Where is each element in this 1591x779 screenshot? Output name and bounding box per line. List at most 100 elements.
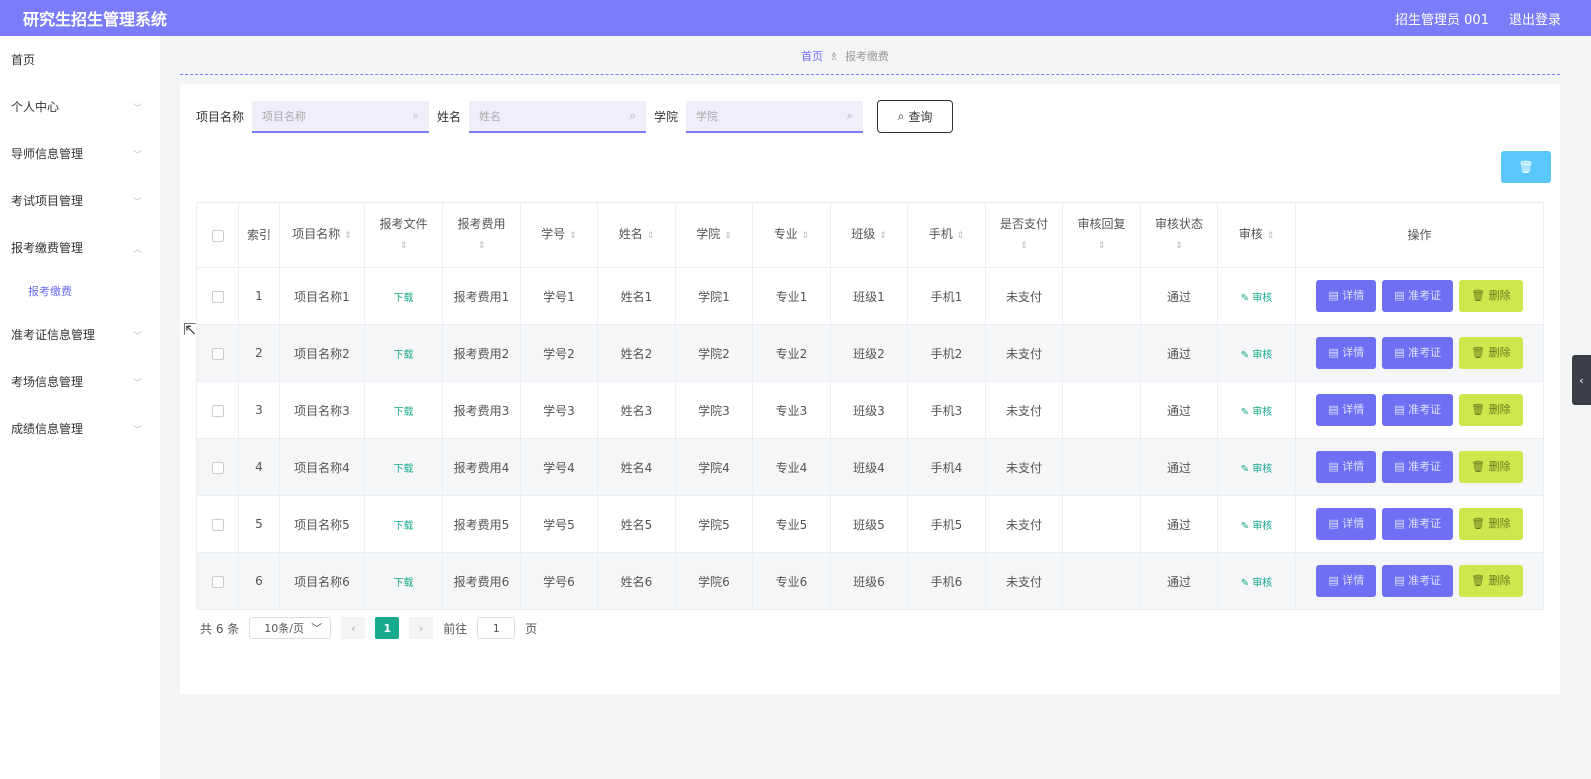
audit-link[interactable]: ✎ 审核 — [1241, 293, 1273, 304]
col-fee[interactable]: 报考费用 ⇕ — [442, 202, 521, 268]
sort-icon[interactable]: ⇕ — [802, 231, 810, 241]
project-name-input[interactable]: 项目名称 ⌕ — [252, 100, 430, 133]
cell-name: 姓名1 — [597, 267, 676, 325]
sort-icon[interactable]: ⇕ — [1020, 241, 1028, 251]
row-checkbox[interactable] — [211, 404, 224, 417]
row-select-cell[interactable] — [196, 552, 239, 610]
delete-button[interactable]: 🗑 删除 — [1459, 394, 1523, 426]
col-project[interactable]: 项目名称 ⇕ — [279, 202, 365, 268]
download-link[interactable]: 下载 — [394, 521, 414, 532]
sidebar-item-exam-room[interactable]: 考场信息管理 ﹀ — [0, 358, 160, 405]
row-select-cell[interactable] — [196, 381, 239, 439]
search-bar: 项目名称 项目名称 ⌕ 姓名 姓名 ⌕ 学院 学院 ⌕ ⌕ 查询 — [196, 100, 954, 133]
cell-actions: ▤ 详情 ▤ 准考证 🗑 删除 — [1295, 438, 1544, 496]
audit-link[interactable]: ✎ 审核 — [1241, 521, 1273, 532]
logout-link[interactable]: 退出登录 — [1509, 9, 1561, 28]
sidebar-item-home[interactable]: 首页 — [0, 36, 160, 83]
ticket-button[interactable]: ▤ 准考证 — [1382, 508, 1454, 540]
delete-button[interactable]: 🗑 删除 — [1459, 337, 1523, 369]
sort-icon[interactable]: ⇕ — [1098, 241, 1106, 251]
download-link[interactable]: 下载 — [394, 578, 414, 589]
college-input[interactable]: 学院 ⌕ — [686, 100, 864, 133]
delete-button[interactable]: 🗑 删除 — [1459, 508, 1523, 540]
sort-icon[interactable]: ⇕ — [478, 241, 486, 251]
col-class[interactable]: 班级 ⇕ — [830, 202, 908, 268]
select-all-checkbox[interactable] — [211, 229, 224, 242]
sidebar-item-score[interactable]: 成绩信息管理 ﹀ — [0, 405, 160, 452]
collapse-panel-button[interactable]: ‹ — [1572, 355, 1591, 405]
breadcrumb-home[interactable]: 首页 — [801, 48, 823, 64]
download-link[interactable]: 下载 — [394, 464, 414, 475]
sort-icon[interactable]: ⇕ — [569, 231, 577, 241]
col-phone[interactable]: 手机 ⇕ — [907, 202, 986, 268]
row-select-cell[interactable] — [196, 267, 239, 325]
next-page-button[interactable]: › — [409, 617, 434, 639]
page-size-select[interactable]: 10条/页 ﹀ — [249, 617, 332, 639]
sidebar-item-exam-project[interactable]: 考试项目管理 ﹀ — [0, 177, 160, 224]
audit-link[interactable]: ✎ 审核 — [1241, 350, 1273, 361]
row-checkbox[interactable] — [211, 461, 224, 474]
detail-button[interactable]: ▤ 详情 — [1316, 451, 1377, 483]
sort-icon[interactable]: ⇕ — [1267, 231, 1275, 241]
ticket-button[interactable]: ▤ 准考证 — [1382, 280, 1454, 312]
sort-icon[interactable]: ⇕ — [724, 231, 732, 241]
col-audit[interactable]: 审核 ⇕ — [1217, 202, 1296, 268]
sidebar-subitem-payment[interactable]: 报考缴费 — [0, 271, 160, 311]
ticket-button[interactable]: ▤ 准考证 — [1382, 451, 1454, 483]
row-checkbox[interactable] — [211, 575, 224, 588]
row-select-cell[interactable] — [196, 324, 239, 382]
sidebar-item-ticket[interactable]: 准考证信息管理 ﹀ — [0, 311, 160, 358]
goto-page-input[interactable]: 1 — [477, 617, 516, 639]
audit-link[interactable]: ✎ 审核 — [1241, 407, 1273, 418]
page-number-current[interactable]: 1 — [375, 617, 400, 639]
detail-button[interactable]: ▤ 详情 — [1316, 280, 1377, 312]
download-link[interactable]: 下载 — [394, 350, 414, 361]
col-paid[interactable]: 是否支付 ⇕ — [985, 202, 1063, 268]
delete-button[interactable]: 🗑 删除 — [1459, 451, 1523, 483]
cell-file: 下载 — [364, 495, 443, 553]
row-select-cell[interactable] — [196, 495, 239, 553]
download-link[interactable]: 下载 — [394, 407, 414, 418]
col-reply[interactable]: 审核回复 ⇕ — [1062, 202, 1141, 268]
sort-icon[interactable]: ⇕ — [1175, 241, 1183, 251]
cell-fee: 报考费用6 — [442, 552, 521, 610]
detail-button[interactable]: ▤ 详情 — [1316, 508, 1377, 540]
sort-icon[interactable]: ⇕ — [957, 231, 965, 241]
col-file[interactable]: 报考文件 ⇕ — [364, 202, 443, 268]
sidebar-item-payment[interactable]: 报考缴费管理 ︿ — [0, 224, 160, 271]
sort-icon[interactable]: ⇕ — [344, 231, 352, 241]
query-button[interactable]: ⌕ 查询 — [877, 100, 954, 133]
audit-link[interactable]: ✎ 审核 — [1241, 578, 1273, 589]
row-select-cell[interactable] — [196, 438, 239, 496]
row-checkbox[interactable] — [211, 518, 224, 531]
row-checkbox[interactable] — [211, 347, 224, 360]
audit-link[interactable]: ✎ 审核 — [1241, 464, 1273, 475]
detail-button[interactable]: ▤ 详情 — [1316, 394, 1377, 426]
col-student-id[interactable]: 学号 ⇕ — [520, 202, 598, 268]
cell-status: 通过 — [1140, 267, 1218, 325]
detail-button[interactable]: ▤ 详情 — [1316, 337, 1377, 369]
sidebar-item-personal[interactable]: 个人中心 ﹀ — [0, 83, 160, 130]
delete-button[interactable]: 🗑 删除 — [1459, 565, 1523, 597]
col-name[interactable]: 姓名 ⇕ — [597, 202, 676, 268]
col-college[interactable]: 学院 ⇕ — [675, 202, 753, 268]
sort-icon[interactable]: ⇕ — [400, 241, 408, 251]
sort-icon[interactable]: ⇕ — [879, 231, 887, 241]
delete-button[interactable]: 🗑 删除 — [1459, 280, 1523, 312]
prev-page-button[interactable]: ‹ — [341, 617, 366, 639]
batch-delete-button[interactable]: 🗑 — [1501, 151, 1551, 183]
detail-button[interactable]: ▤ 详情 — [1316, 565, 1377, 597]
col-index: 索引 — [238, 202, 280, 268]
sort-icon[interactable]: ⇕ — [647, 231, 655, 241]
ticket-button[interactable]: ▤ 准考证 — [1382, 565, 1454, 597]
cell-name: 姓名4 — [597, 438, 676, 496]
col-status[interactable]: 审核状态 ⇕ — [1140, 202, 1218, 268]
sidebar-item-tutor[interactable]: 导师信息管理 ﹀ — [0, 130, 160, 177]
select-all-cell[interactable] — [196, 202, 239, 268]
download-link[interactable]: 下载 — [394, 293, 414, 304]
ticket-button[interactable]: ▤ 准考证 — [1382, 394, 1454, 426]
col-major[interactable]: 专业 ⇕ — [752, 202, 831, 268]
name-input[interactable]: 姓名 ⌕ — [469, 100, 647, 133]
ticket-button[interactable]: ▤ 准考证 — [1382, 337, 1454, 369]
row-checkbox[interactable] — [211, 290, 224, 303]
